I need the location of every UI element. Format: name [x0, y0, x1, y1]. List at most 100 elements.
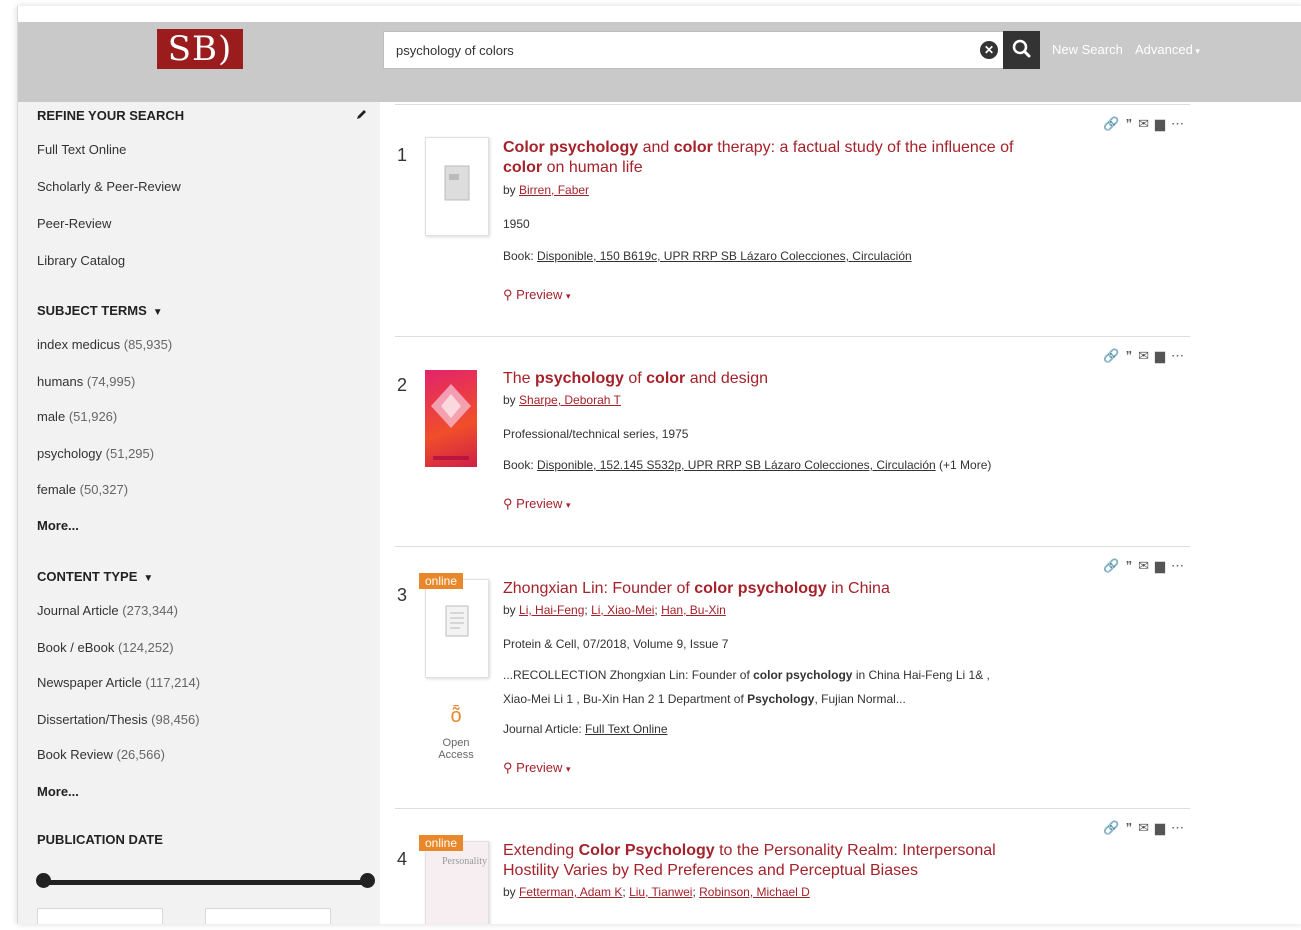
preview-button[interactable]: ⚲ Preview ▾: [503, 760, 571, 776]
content-type-heading[interactable]: CONTENT TYPE ▼: [37, 569, 153, 584]
folder-add-icon[interactable]: ▆: [1155, 820, 1171, 835]
content-type-item[interactable]: Newspaper Article (117,214): [37, 675, 200, 690]
date-from-input[interactable]: [37, 908, 163, 924]
advanced-search-link[interactable]: Advanced ▾: [1135, 42, 1200, 57]
author-link[interactable]: Li, Hai-Feng: [519, 603, 584, 617]
content-type-item[interactable]: Book / eBook (124,252): [37, 640, 174, 655]
folder-add-icon[interactable]: ▆: [1155, 116, 1171, 131]
result-title[interactable]: Extending Color Psychology to the Person…: [503, 841, 1023, 881]
result-title[interactable]: Zhongxian Lin: Founder of color psycholo…: [503, 579, 1023, 599]
article-thumbnail[interactable]: [425, 579, 489, 678]
author-link[interactable]: Han, Bu-Xin: [661, 603, 726, 617]
email-icon[interactable]: ✉: [1138, 820, 1155, 835]
content-type-item[interactable]: Journal Article (273,344): [37, 603, 178, 618]
title-term: Color psychology: [503, 139, 639, 156]
content-type-item[interactable]: Dissertation/Thesis (98,456): [37, 712, 200, 727]
clear-search-icon[interactable]: ✕: [980, 41, 998, 59]
preview-button[interactable]: ⚲ Preview ▾: [503, 287, 571, 303]
result-actions: 🔗”✉▆⋯: [1103, 348, 1190, 364]
cite-icon[interactable]: ”: [1126, 116, 1139, 131]
availability-link[interactable]: Disponible, 152.145 S532p, UPR RRP SB Lá…: [537, 458, 936, 472]
subject-more-link[interactable]: More...: [37, 518, 79, 533]
title-term: color: [503, 159, 543, 176]
caret-down-icon: ▾: [566, 500, 571, 510]
result-title[interactable]: Color psychology and color therapy: a fa…: [503, 138, 1023, 178]
link-icon[interactable]: 🔗: [1103, 558, 1125, 573]
result-item: 2 The psychology of color and design by …: [395, 336, 1190, 547]
author-link[interactable]: Liu, Tianwei: [629, 885, 692, 899]
result-availability: Book: Disponible, 150 B619c, UPR RRP SB …: [503, 249, 912, 263]
email-icon[interactable]: ✉: [1138, 116, 1155, 131]
snippet-text: , Fujian Normal...: [814, 692, 906, 706]
link-icon[interactable]: 🔗: [1103, 348, 1125, 363]
subject-terms-heading[interactable]: SUBJECT TERMS ▼: [37, 303, 163, 318]
more-options-icon[interactable]: ⋯: [1171, 558, 1190, 573]
result-availability: Journal Article: Full Text Online: [503, 722, 668, 736]
date-to-input[interactable]: [205, 908, 331, 924]
subject-item[interactable]: index medicus (85,935): [37, 337, 172, 352]
content-type-count: (117,214): [145, 675, 201, 690]
content-type-name: Dissertation/Thesis: [37, 712, 148, 727]
content-type-item[interactable]: Book Review (26,566): [37, 747, 165, 762]
author-link[interactable]: Fetterman, Adam K: [519, 885, 622, 899]
title-term: Color Psychology: [578, 842, 715, 859]
content-type-more-link[interactable]: More...: [37, 784, 79, 799]
title-text: Zhongxian Lin: Founder of: [503, 580, 695, 597]
caret-down-icon: ▾: [1192, 46, 1200, 56]
folder-add-icon[interactable]: ▆: [1155, 558, 1171, 573]
preview-icon: ⚲: [503, 496, 513, 511]
caret-down-icon: ▾: [566, 291, 571, 301]
library-logo[interactable]: SB): [157, 29, 243, 69]
subject-item[interactable]: psychology (51,295): [37, 446, 154, 461]
snippet-term: Psychology: [747, 692, 815, 706]
result-title[interactable]: The psychology of color and design: [503, 369, 1023, 389]
header-bar: SB) psychology of colors ✕ New Search Ad…: [18, 22, 1301, 102]
availability-type: Journal Article:: [503, 722, 586, 736]
subject-count: (51,295): [105, 446, 155, 461]
result-meta: Professional/technical series, 1975: [503, 427, 689, 441]
filter-peer-review[interactable]: Peer-Review: [37, 216, 111, 231]
date-slider-end-handle[interactable]: [360, 873, 375, 888]
author-link[interactable]: Birren, Faber: [519, 183, 589, 197]
chevron-down-icon: ▼: [152, 307, 163, 318]
book-thumbnail[interactable]: [425, 137, 489, 236]
link-icon[interactable]: 🔗: [1103, 820, 1125, 835]
filter-scholarly-peer-review[interactable]: Scholarly & Peer-Review: [37, 179, 181, 194]
email-icon[interactable]: ✉: [1138, 348, 1155, 363]
more-locations[interactable]: (+1 More): [936, 458, 991, 472]
result-authors: by Li, Hai-Feng; Li, Xiao-Mei; Han, Bu-X…: [503, 603, 726, 617]
more-options-icon[interactable]: ⋯: [1171, 820, 1190, 835]
filter-library-catalog[interactable]: Library Catalog: [37, 253, 125, 268]
search-input[interactable]: psychology of colors ✕: [383, 31, 1005, 69]
chevron-down-icon: ▼: [143, 573, 154, 584]
search-query-text: psychology of colors: [396, 43, 514, 58]
date-range-slider[interactable]: [44, 880, 368, 885]
filter-full-text-online[interactable]: Full Text Online: [37, 142, 126, 157]
result-author: by Sharpe, Deborah T: [503, 393, 621, 407]
more-options-icon[interactable]: ⋯: [1171, 116, 1190, 131]
author-link[interactable]: Robinson, Michael D: [699, 885, 810, 899]
search-button[interactable]: [1003, 31, 1040, 69]
date-slider-start-handle[interactable]: [36, 873, 51, 888]
email-icon[interactable]: ✉: [1138, 558, 1155, 573]
author-link[interactable]: Li, Xiao-Mei: [591, 603, 654, 617]
new-search-link[interactable]: New Search: [1052, 42, 1123, 57]
full-text-link[interactable]: Full Text Online: [585, 722, 667, 736]
subject-item[interactable]: male (51,926): [37, 409, 117, 424]
more-options-icon[interactable]: ⋯: [1171, 348, 1190, 363]
subject-item[interactable]: female (50,327): [37, 482, 128, 497]
content-type-name: Book Review: [37, 747, 113, 762]
folder-add-icon[interactable]: ▆: [1155, 348, 1171, 363]
cite-icon[interactable]: ”: [1126, 348, 1139, 363]
pencil-icon[interactable]: [356, 108, 368, 123]
link-icon[interactable]: 🔗: [1103, 116, 1125, 131]
availability-link[interactable]: Disponible, 150 B619c, UPR RRP SB Lázaro…: [537, 249, 912, 263]
book-cover-image[interactable]: [425, 370, 477, 467]
author-link[interactable]: Sharpe, Deborah T: [519, 393, 621, 407]
cite-icon[interactable]: ”: [1126, 820, 1139, 835]
content-type-count: (273,344): [122, 603, 178, 618]
article-thumbnail[interactable]: Personality: [425, 841, 489, 924]
cite-icon[interactable]: ”: [1126, 558, 1139, 573]
preview-button[interactable]: ⚲ Preview ▾: [503, 496, 571, 512]
subject-item[interactable]: humans (74,995): [37, 374, 135, 389]
